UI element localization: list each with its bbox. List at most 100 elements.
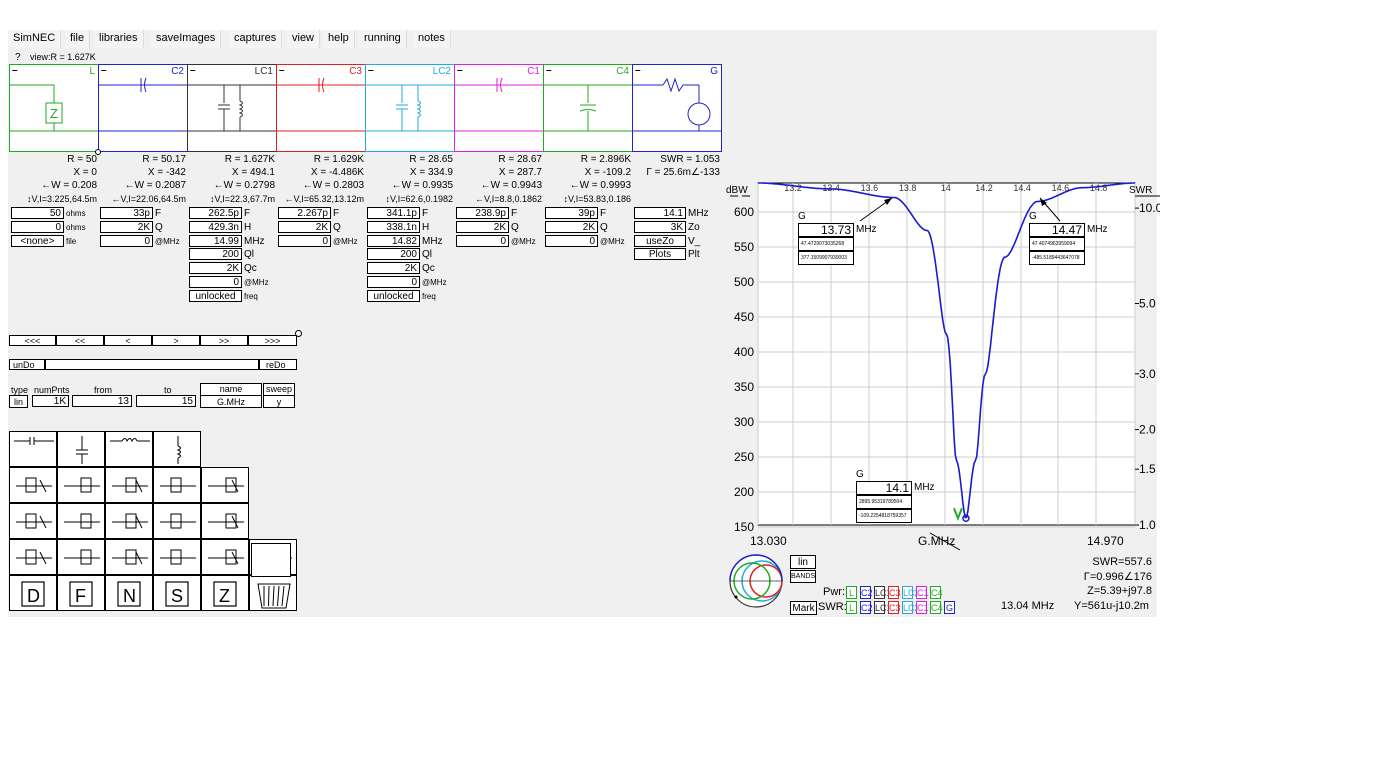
swr-toggle-c3[interactable]: C3 xyxy=(888,601,901,614)
swr-toggle-l[interactable]: L xyxy=(846,601,857,614)
palette-item-4[interactable] xyxy=(9,467,57,503)
param-lc1-3[interactable]: 200 xyxy=(189,248,242,261)
nav-next-fast-button[interactable]: >> xyxy=(200,335,248,346)
pwr-toggle-c4[interactable]: C4 xyxy=(930,586,943,599)
param-lc1-6[interactable]: unlocked xyxy=(189,289,242,302)
palette-item-21[interactable]: F xyxy=(57,575,105,611)
nav-next-button[interactable]: > xyxy=(152,335,200,346)
param-g-1[interactable]: 3K xyxy=(634,220,686,233)
param-c2-0[interactable]: 33p xyxy=(100,207,153,219)
menu-libraries[interactable]: libraries xyxy=(94,30,144,48)
param-l-2[interactable]: <none> xyxy=(11,234,64,247)
help-mark[interactable]: ? xyxy=(15,52,21,63)
menu-simnec[interactable]: SimNEC xyxy=(8,30,62,48)
palette-item-17[interactable] xyxy=(153,539,201,575)
param-lc1-1[interactable]: 429.3n xyxy=(189,220,242,233)
marker-1-freq[interactable]: 14.47 xyxy=(1029,223,1085,237)
palette-table-icon[interactable] xyxy=(251,543,291,577)
sweep-type-field[interactable]: lin xyxy=(9,395,28,408)
cell-c4[interactable]: – C4 xyxy=(543,64,633,152)
palette-item-11[interactable] xyxy=(105,503,153,539)
cell-l[interactable]: – L Z xyxy=(9,64,99,152)
palette-item-15[interactable] xyxy=(57,539,105,575)
menu-running[interactable]: running xyxy=(359,30,407,48)
smith-chart[interactable] xyxy=(726,553,786,613)
undo-history-bar[interactable] xyxy=(45,359,259,370)
bands-toggle[interactable]: BANDS xyxy=(790,570,816,583)
sweep-sweep-field[interactable]: y xyxy=(263,395,295,408)
sweep-numpnts-field[interactable]: 1K xyxy=(32,395,69,407)
param-lc2-1[interactable]: 338.1n xyxy=(367,220,420,233)
pwr-toggle-c2[interactable]: C2 xyxy=(860,586,873,599)
palette-item-24[interactable]: Z xyxy=(201,575,249,611)
swr-toggle-lc1[interactable]: LC1 xyxy=(874,601,892,614)
sweep-name-field[interactable]: G.MHz xyxy=(200,395,262,408)
cell-lc2[interactable]: – LC2 xyxy=(365,64,455,152)
palette-item-9[interactable] xyxy=(9,503,57,539)
menu-captures[interactable]: captures xyxy=(229,30,283,48)
palette-item-18[interactable] xyxy=(201,539,249,575)
nav-handle[interactable] xyxy=(295,330,302,337)
param-c1-2[interactable]: 0 xyxy=(456,234,509,247)
palette-item-6[interactable] xyxy=(105,467,153,503)
param-g-0[interactable]: 14.1 xyxy=(634,207,686,219)
param-lc1-4[interactable]: 2K xyxy=(189,262,242,275)
menu-file[interactable]: file xyxy=(65,30,91,48)
undo-button[interactable]: unDo xyxy=(9,359,45,370)
param-c4-2[interactable]: 0 xyxy=(545,234,598,247)
palette-item-25[interactable] xyxy=(249,575,297,611)
sweep-to-field[interactable]: 15 xyxy=(136,395,196,407)
nav-prev-button[interactable]: < xyxy=(104,335,152,346)
lin-toggle[interactable]: lin xyxy=(790,555,816,569)
param-c4-1[interactable]: 2K xyxy=(545,220,598,233)
swr-toggle-c2[interactable]: C2 xyxy=(860,601,873,614)
palette-item-8[interactable] xyxy=(201,467,249,503)
param-c2-2[interactable]: 0 xyxy=(100,234,153,247)
param-lc2-0[interactable]: 341.1p xyxy=(367,207,420,219)
cell-g[interactable]: – G xyxy=(632,64,722,152)
palette-item-23[interactable]: S xyxy=(153,575,201,611)
pwr-toggle-c3[interactable]: C3 xyxy=(888,586,901,599)
pwr-toggle-lc2[interactable]: LC2 xyxy=(902,586,920,599)
param-lc2-4[interactable]: 2K xyxy=(367,262,420,275)
param-c3-2[interactable]: 0 xyxy=(278,234,331,247)
nav-prev-fast-button[interactable]: << xyxy=(56,335,104,346)
palette-item-16[interactable] xyxy=(105,539,153,575)
param-c2-1[interactable]: 2K xyxy=(100,220,153,233)
cell-lc1[interactable]: – LC1 xyxy=(187,64,277,152)
palette-item-10[interactable] xyxy=(57,503,105,539)
param-lc2-3[interactable]: 200 xyxy=(367,248,420,261)
redo-button[interactable]: reDo xyxy=(259,359,297,370)
swr-toggle-c4[interactable]: C4 xyxy=(930,601,943,614)
param-lc1-5[interactable]: 0 xyxy=(189,276,242,288)
pwr-toggle-lc1[interactable]: LC1 xyxy=(874,586,892,599)
cell-c2[interactable]: – C2 xyxy=(98,64,188,152)
param-c3-0[interactable]: 2.267p xyxy=(278,207,331,219)
palette-item-13[interactable] xyxy=(201,503,249,539)
marker-2-freq[interactable]: 14.1 xyxy=(856,481,912,495)
menu-help[interactable]: help xyxy=(323,30,355,48)
nav-first-button[interactable]: <<< xyxy=(9,335,56,346)
param-lc2-6[interactable]: unlocked xyxy=(367,289,420,302)
cell-c3[interactable]: – C3 xyxy=(276,64,366,152)
param-lc2-5[interactable]: 0 xyxy=(367,276,420,288)
palette-item-14[interactable] xyxy=(9,539,57,575)
palette-item-20[interactable]: D xyxy=(9,575,57,611)
param-lc1-2[interactable]: 14.99 xyxy=(189,234,242,247)
param-l-1[interactable]: 0 xyxy=(11,220,64,233)
param-g-3[interactable]: Plots xyxy=(634,248,686,261)
param-lc1-0[interactable]: 262.5p xyxy=(189,207,242,219)
swr-toggle-lc2[interactable]: LC2 xyxy=(902,601,920,614)
palette-item-12[interactable] xyxy=(153,503,201,539)
param-g-2[interactable]: useZo xyxy=(634,234,686,247)
param-lc2-2[interactable]: 14.82 xyxy=(367,234,420,247)
menu-saveimages[interactable]: saveImages xyxy=(151,30,222,48)
swr-toggle-c1[interactable]: C1 xyxy=(916,601,929,614)
cell-c1[interactable]: – C1 xyxy=(454,64,544,152)
palette-item-5[interactable] xyxy=(57,467,105,503)
param-l-0[interactable]: 50 xyxy=(11,207,64,219)
pwr-toggle-c1[interactable]: C1 xyxy=(916,586,929,599)
param-c3-1[interactable]: 2K xyxy=(278,220,331,233)
mark-button[interactable]: Mark xyxy=(790,601,817,615)
palette-item-3[interactable] xyxy=(153,431,201,467)
